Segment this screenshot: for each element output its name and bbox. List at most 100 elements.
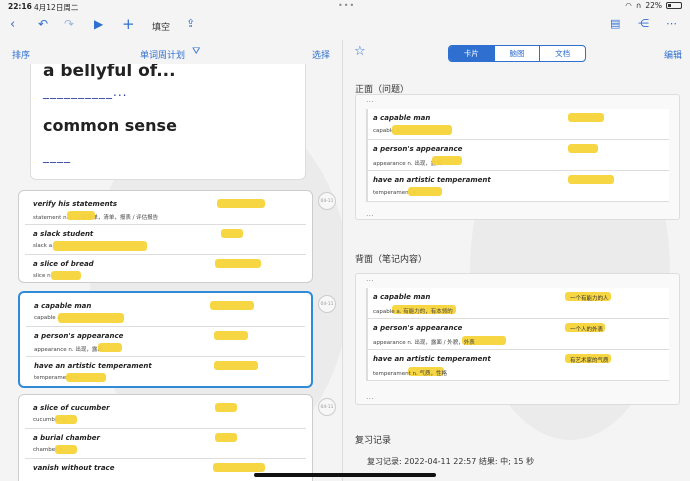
date-badge: 04-11 — [318, 295, 336, 313]
list-item: vanish without trace — [25, 459, 306, 481]
date-badge: 04-11 — [318, 398, 336, 416]
front-panel: ... a capable man capable a. a person's … — [355, 94, 680, 220]
highlight — [215, 259, 261, 268]
highlight — [58, 313, 124, 323]
phrase-text: a person's appearance — [373, 145, 463, 153]
list-item: a slack student slack a. — [25, 225, 306, 255]
list-item: a capable man 一个有能力的人 capable a. 有能力的，有本… — [368, 288, 669, 319]
headphones-icon: ∩ — [635, 1, 642, 10]
meaning-text: temperament n. 气质，性格 — [373, 371, 448, 377]
highlight — [214, 331, 248, 340]
phrase-text: verify his statements — [33, 200, 118, 208]
phrase-text: a capable man — [373, 293, 431, 301]
share-icon[interactable]: ⇪ — [186, 17, 195, 30]
list-item: have an artistic temperament temperament… — [26, 357, 305, 387]
list-item: a person's appearance 一个人的外表 appearance … — [368, 319, 669, 350]
list-item: a burial chamber chamber n. — [25, 429, 306, 459]
fill-blank-button[interactable]: 填空 — [152, 20, 170, 33]
card-item-selected[interactable]: a capable man capable a. a person's appe… — [18, 291, 313, 388]
list-item: verify his statements statement n. [...]… — [25, 195, 306, 225]
mindmap-icon[interactable]: ⋲ — [638, 17, 649, 30]
meaning-text: slice n. — [33, 273, 53, 279]
status-bar: 22:16 4月12日周二 ••• ◠ ∩ 22% — [0, 0, 690, 12]
tab-document[interactable]: 文档 — [540, 46, 585, 61]
translation-text: 一个有能力的人 — [570, 296, 609, 302]
review-record: 复习记录: 2022-04-11 22:57 结果: 中; 15 秒 — [367, 457, 535, 466]
ellipsis: ... — [366, 95, 374, 104]
highlight — [210, 301, 254, 310]
highlight — [432, 156, 462, 165]
status-time: 22:16 — [8, 2, 32, 11]
card-line: common sense — [43, 116, 177, 135]
highlight — [214, 361, 258, 370]
toolbar: ‹ ↶ ↷ ▶ + 填空 ⇪ ▤ ⋲ ⋯ — [0, 12, 690, 40]
list-item: a slice of bread slice n. — [25, 255, 306, 285]
meaning-text: capable a. 有能力的，有本领的 — [373, 309, 453, 315]
phrase-text: a slice of cucumber — [33, 404, 110, 412]
highlight — [51, 271, 81, 280]
phrase-text: vanish without trace — [33, 464, 115, 472]
phrase-text: have an artistic temperament — [373, 176, 491, 184]
phrase-text: a slack student — [33, 230, 94, 238]
list-item: a capable man capable a. — [368, 109, 669, 140]
phrase-text: a person's appearance — [373, 324, 463, 332]
ellipsis: ... — [366, 209, 374, 218]
highlight — [568, 113, 604, 122]
ellipsis: ... — [366, 392, 374, 401]
highlight — [221, 229, 243, 238]
highlight — [55, 415, 77, 424]
meaning-text: appearance n. 出现，露面 — [34, 347, 103, 353]
home-indicator[interactable] — [254, 473, 436, 477]
undo-icon[interactable]: ↶ — [38, 17, 48, 31]
highlight — [568, 175, 614, 184]
card-line: a bellyful of... — [43, 64, 176, 81]
pane-divider — [342, 40, 343, 481]
highlight — [392, 125, 452, 135]
list-item: a person's appearance appearance n. 出现，露… — [368, 140, 669, 171]
card-blank: __________... — [43, 85, 128, 99]
list-item: a person's appearance appearance n. 出现，露… — [26, 327, 305, 357]
highlight — [215, 403, 237, 412]
highlight — [213, 463, 265, 472]
back-chevron-icon[interactable]: ‹ — [10, 17, 15, 32]
wifi-icon: ◠ — [625, 1, 632, 10]
view-segmented-control: 卡片 脑图 文档 — [448, 45, 586, 62]
highlight — [67, 211, 95, 220]
edit-button[interactable]: 编辑 — [664, 48, 682, 72]
back-panel: ... a capable man 一个有能力的人 capable a. 有能力… — [355, 273, 680, 405]
translation-text: 有艺术家的气质 — [570, 358, 609, 364]
phrase-text: a burial chamber — [33, 434, 100, 442]
list-item: a slice of cucumber cucumber n. — [25, 399, 306, 429]
redo-icon[interactable]: ↷ — [64, 17, 74, 31]
highlight — [217, 199, 265, 208]
play-icon[interactable]: ▶ — [94, 17, 103, 31]
add-icon[interactable]: + — [122, 15, 135, 33]
card-item[interactable]: verify his statements statement n. [...]… — [18, 190, 313, 283]
more-icon[interactable]: ⋯ — [666, 17, 677, 30]
phrase-text: a capable man — [373, 114, 431, 122]
phrase-text: have an artistic temperament — [34, 362, 152, 370]
highlight — [408, 187, 442, 196]
card-item[interactable]: a slice of cucumber cucumber n. a burial… — [18, 394, 313, 481]
phrase-text: a slice of bread — [33, 260, 94, 268]
highlight — [568, 144, 598, 153]
highlight — [66, 373, 106, 382]
phrase-text: a capable man — [34, 302, 92, 310]
star-icon[interactable]: ☆ — [354, 44, 366, 68]
back-title: 背面（笔记内容） — [355, 255, 428, 265]
list-item: have an artistic temperament 有艺术家的气质 tem… — [368, 350, 669, 381]
card-list: a bellyful of... __________... common se… — [0, 64, 342, 481]
translation-text: 一个人的外表 — [570, 327, 604, 333]
tab-card[interactable]: 卡片 — [449, 46, 495, 61]
tab-mindmap[interactable]: 脑图 — [495, 46, 541, 61]
multitask-dots[interactable]: ••• — [338, 1, 355, 10]
battery-fill — [668, 4, 671, 7]
list-item: have an artistic temperament temperament… — [368, 171, 669, 202]
highlight — [55, 445, 77, 454]
document-icon[interactable]: ▤ — [610, 17, 620, 30]
highlight — [53, 241, 147, 251]
expanded-card[interactable]: a bellyful of... __________... common se… — [30, 64, 306, 180]
front-content: a capable man capable a. a person's appe… — [366, 109, 669, 202]
meaning-text: statement n. [...] 结算单，清单，报表 / 评估报告 — [33, 215, 159, 221]
list-item: a capable man capable a. — [26, 297, 305, 327]
